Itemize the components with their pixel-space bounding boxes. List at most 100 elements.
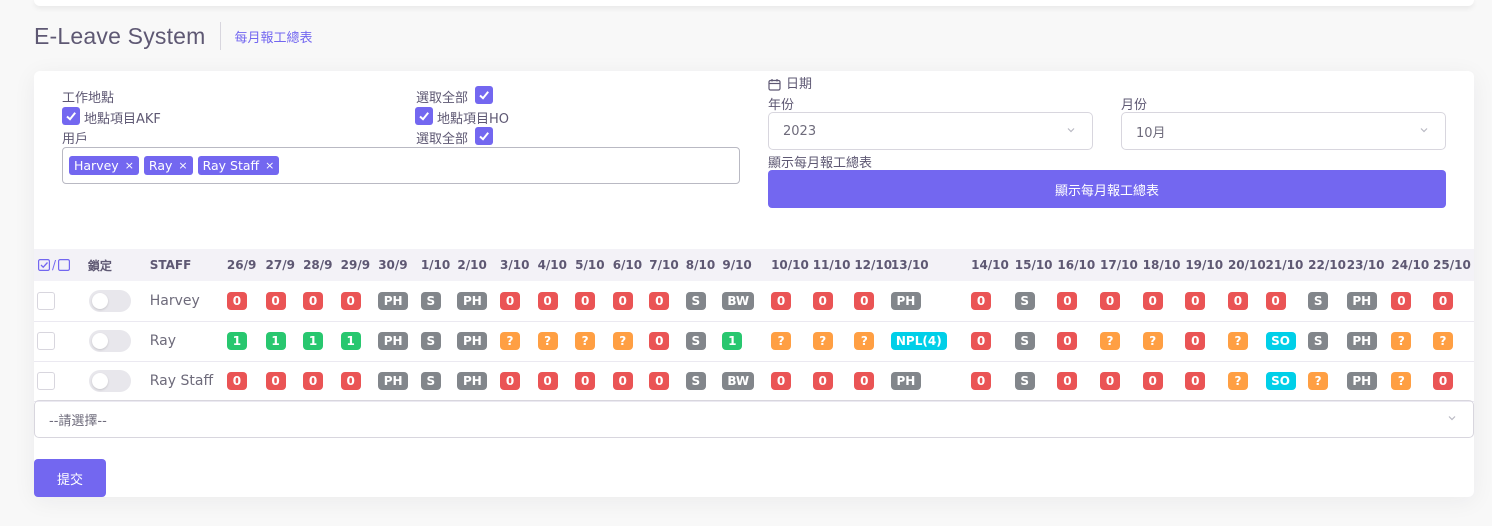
leave-badge[interactable]: PH [457,332,488,350]
leave-badge[interactable]: 0 [812,372,833,390]
leave-badge[interactable]: ? [1391,332,1412,350]
leave-badge[interactable]: 0 [1057,291,1078,310]
leave-badge[interactable]: PH [378,372,409,390]
leave-badge[interactable]: 0 [1100,291,1121,310]
leave-badge[interactable]: 0 [575,291,596,310]
leave-badge[interactable]: ? [1227,332,1248,350]
leave-badge[interactable]: 0 [971,291,992,310]
leave-badge[interactable]: ? [1308,372,1329,390]
leave-badge[interactable]: S [685,332,706,350]
show-report-button[interactable]: 顯示每月報工總表 [768,170,1446,208]
leave-badge[interactable]: 0 [771,372,792,390]
leave-badge[interactable]: PH [1346,332,1377,350]
leave-badge[interactable]: 1 [340,332,361,350]
leave-badge[interactable]: 0 [226,372,247,390]
leave-badge[interactable]: 1 [226,332,247,350]
leave-badge[interactable]: ? [537,332,558,350]
leave-badge[interactable]: S [420,332,441,350]
leave-badge[interactable]: 0 [1057,372,1078,390]
leave-badge[interactable]: ? [575,332,596,350]
leave-badge[interactable]: BW [722,291,755,310]
close-icon[interactable]: × [178,159,187,172]
leave-badge[interactable]: PH [1346,372,1377,390]
leave-badge[interactable]: 0 [971,332,992,350]
leave-badge[interactable]: 0 [500,372,521,390]
location-akf-checkbox[interactable] [62,107,80,125]
leave-badge[interactable]: 0 [1142,372,1163,390]
action-select[interactable]: --請選擇-- [34,400,1474,438]
leave-badge[interactable]: S [1014,372,1035,390]
lock-toggle[interactable] [88,370,131,392]
leave-badge[interactable]: ? [1142,332,1163,350]
leave-badge[interactable]: 0 [649,372,670,390]
leave-badge[interactable]: BW [722,372,755,390]
leave-badge[interactable]: 0 [971,372,992,390]
leave-badge[interactable]: 0 [649,291,670,310]
leave-badge[interactable]: NPL(4) [890,332,947,350]
check-all-icon[interactable] [38,259,51,272]
location-ho-checkbox[interactable] [415,107,433,125]
leave-badge[interactable]: 0 [812,291,833,310]
leave-badge[interactable]: PH [457,372,488,390]
leave-badge[interactable]: S [685,372,706,390]
leave-badge[interactable]: ? [500,332,521,350]
leave-badge[interactable]: PH [378,332,409,350]
location-select-all-checkbox[interactable] [475,86,493,104]
leave-badge[interactable]: ? [771,332,792,350]
leave-badge[interactable]: 0 [303,291,324,310]
breadcrumb[interactable]: 每月報工總表 [235,27,313,46]
leave-badge[interactable]: SO [1265,332,1296,350]
month-select[interactable]: 10月 [1121,112,1446,150]
leave-badge[interactable]: 0 [1227,291,1248,310]
row-checkbox[interactable] [37,291,55,310]
leave-badge[interactable]: 0 [612,372,633,390]
leave-badge[interactable]: 0 [1391,291,1412,310]
close-icon[interactable]: × [125,159,134,172]
leave-badge[interactable]: PH [890,291,921,310]
leave-badge[interactable]: 0 [1142,291,1163,310]
user-select-all-checkbox[interactable] [475,127,493,145]
leave-badge[interactable]: 0 [1185,372,1206,390]
leave-badge[interactable]: S [685,291,706,310]
leave-badge[interactable]: PH [1346,291,1377,310]
leave-badge[interactable]: 0 [1433,372,1454,390]
leave-badge[interactable]: 0 [340,291,361,310]
leave-badge[interactable]: ? [854,332,875,350]
leave-badge[interactable]: ? [1433,332,1454,350]
leave-badge[interactable]: 0 [1185,332,1206,350]
leave-badge[interactable]: 0 [303,372,324,390]
year-select[interactable]: 2023 [768,112,1093,150]
leave-badge[interactable]: 0 [537,291,558,310]
leave-badge[interactable]: 0 [340,372,361,390]
leave-badge[interactable]: 0 [575,372,596,390]
leave-badge[interactable]: 0 [1265,291,1286,310]
close-icon[interactable]: × [265,159,274,172]
leave-badge[interactable]: 0 [265,291,286,310]
leave-badge[interactable]: S [1014,291,1035,310]
leave-badge[interactable]: PH [457,291,488,310]
leave-badge[interactable]: ? [1391,372,1412,390]
leave-badge[interactable]: 0 [612,291,633,310]
leave-badge[interactable]: 1 [303,332,324,350]
leave-badge[interactable]: 1 [265,332,286,350]
leave-badge[interactable]: PH [890,372,921,390]
row-checkbox[interactable] [37,332,55,350]
user-multiselect[interactable]: Harvey × Ray × Ray Staff × [62,147,740,184]
leave-badge[interactable]: ? [812,332,833,350]
leave-badge[interactable]: 0 [854,372,875,390]
leave-badge[interactable]: S [420,372,441,390]
leave-badge[interactable]: 0 [226,291,247,310]
leave-badge[interactable]: PH [378,291,409,310]
leave-badge[interactable]: 1 [722,332,743,350]
leave-badge[interactable]: ? [612,332,633,350]
leave-badge[interactable]: 0 [1057,332,1078,350]
leave-badge[interactable]: ? [1227,372,1248,390]
leave-badge[interactable]: 0 [537,372,558,390]
leave-badge[interactable]: S [420,291,441,310]
lock-toggle[interactable] [88,289,131,312]
leave-badge[interactable]: 0 [500,291,521,310]
leave-badge[interactable]: S [1308,291,1329,310]
row-checkbox[interactable] [37,372,55,390]
leave-badge[interactable]: 0 [1100,372,1121,390]
leave-badge[interactable]: 0 [1433,291,1454,310]
